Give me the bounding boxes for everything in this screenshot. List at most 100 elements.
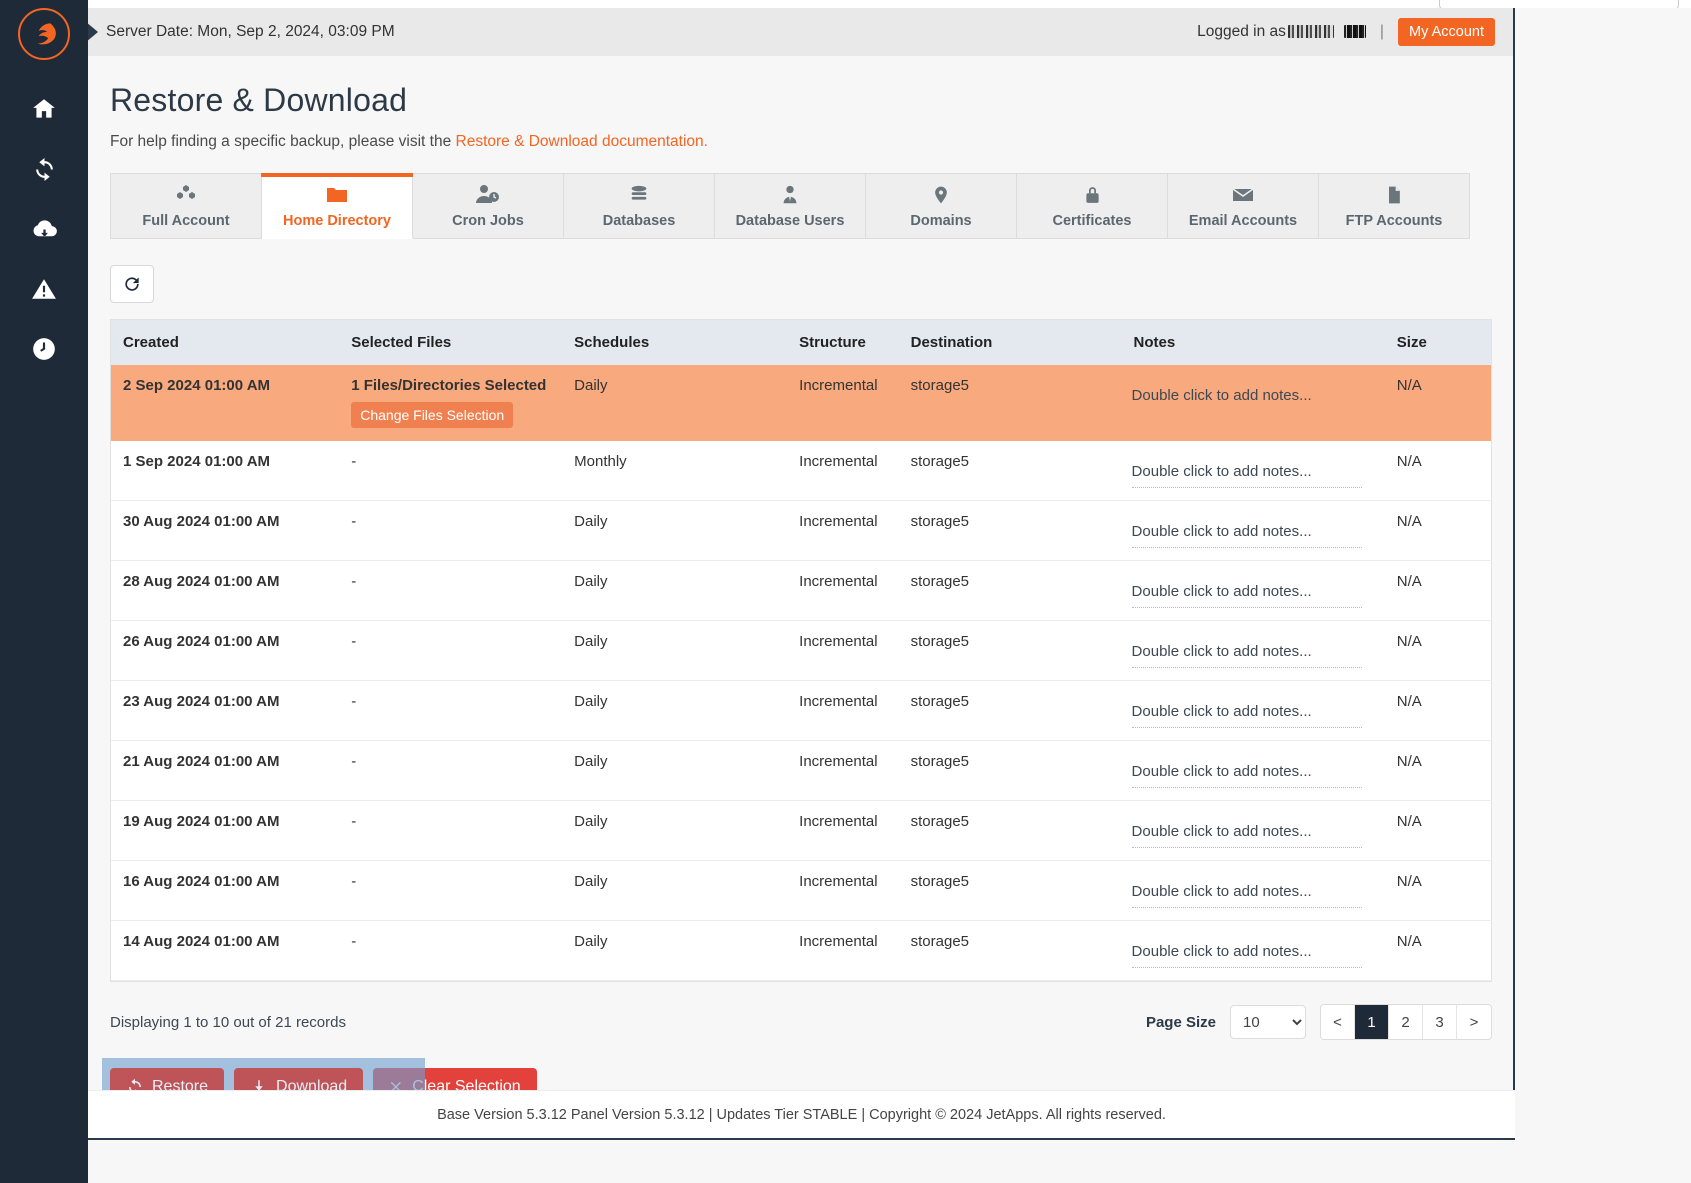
cell-structure: Incremental	[787, 560, 899, 621]
table-row[interactable]: 26 Aug 2024 01:00 AM - Daily Incremental sto…	[111, 620, 1491, 681]
cell-size: N/A	[1384, 440, 1491, 501]
cell-notes[interactable]: Double click to add notes...	[1121, 440, 1385, 501]
cell-notes[interactable]: Double click to add notes...	[1121, 920, 1385, 981]
pagination-controls: Page Size 102550100 < 1 2 3 >	[1146, 1004, 1492, 1040]
notes-placeholder[interactable]: Double click to add notes...	[1131, 943, 1362, 968]
notes-placeholder[interactable]: Double click to add notes...	[1131, 763, 1362, 788]
notes-placeholder[interactable]: Double click to add notes...	[1131, 583, 1362, 608]
cell-created: 21 Aug 2024 01:00 AM	[111, 740, 340, 801]
page-button-2[interactable]: 2	[1389, 1005, 1423, 1039]
cell-notes[interactable]: Double click to add notes...	[1121, 860, 1385, 921]
notes-placeholder[interactable]: Double click to add notes...	[1131, 703, 1362, 728]
page-next-button[interactable]: >	[1457, 1005, 1491, 1039]
tab-email-accounts[interactable]: Email Accounts	[1168, 173, 1319, 239]
cell-size: N/A	[1384, 560, 1491, 621]
sidebar-toggle-arrow[interactable]	[88, 22, 98, 42]
tab-domains[interactable]: Domains	[866, 173, 1017, 239]
column-header-selected-files[interactable]: Selected Files	[339, 320, 563, 365]
column-header-created[interactable]: Created	[111, 320, 340, 365]
page-footer: Base Version 5.3.12 Panel Version 5.3.12…	[88, 1090, 1515, 1138]
tab-cron-jobs[interactable]: Cron Jobs	[413, 173, 564, 239]
column-header-structure[interactable]: Structure	[787, 320, 899, 365]
file-icon	[1389, 186, 1400, 204]
cell-notes[interactable]: Double click to add notes...	[1121, 620, 1385, 681]
backups-table: Created Selected Files Schedules Structu…	[111, 320, 1491, 981]
notes-placeholder[interactable]: Double click to add notes...	[1131, 883, 1362, 908]
table-row[interactable]: 2 Sep 2024 01:00 AM 1 Files/Directories S…	[111, 365, 1491, 441]
cell-notes[interactable]: Double click to add notes...	[1121, 680, 1385, 741]
top-bar-right: Logged in as | My Account	[1197, 18, 1495, 46]
cell-structure: Incremental	[787, 680, 899, 741]
table-row[interactable]: 16 Aug 2024 01:00 AM - Daily Incremental sto…	[111, 860, 1491, 921]
refresh-icon	[125, 277, 139, 291]
clock-icon	[33, 338, 55, 360]
cell-schedule: Daily	[562, 500, 788, 561]
cell-structure: Incremental	[787, 500, 899, 561]
notes-placeholder[interactable]: Double click to add notes...	[1132, 387, 1362, 412]
sidebar-item-home[interactable]	[29, 94, 59, 124]
app-root: Server Date: Mon, Sep 2, 2024, 03:09 PM …	[0, 0, 1691, 1183]
notes-placeholder[interactable]: Double click to add notes...	[1131, 823, 1362, 848]
cell-notes[interactable]: Double click to add notes...	[1121, 740, 1385, 801]
cell-structure: Incremental	[787, 860, 899, 921]
jetbackup-logo-icon	[37, 23, 56, 45]
column-header-destination[interactable]: Destination	[898, 320, 1122, 365]
tab-home-directory[interactable]: Home Directory	[261, 173, 413, 239]
cell-notes[interactable]: Double click to add notes...	[1121, 500, 1385, 561]
cell-created: 16 Aug 2024 01:00 AM	[111, 860, 340, 921]
tab-databases[interactable]: Databases	[564, 173, 715, 239]
table-header-row: Created Selected Files Schedules Structu…	[111, 320, 1491, 365]
table-row[interactable]: 19 Aug 2024 01:00 AM - Daily Incremental sto…	[111, 800, 1491, 861]
cell-selected-files: -	[339, 920, 563, 981]
cell-structure: Incremental	[787, 740, 899, 801]
page-prev-button[interactable]: <	[1321, 1005, 1355, 1039]
my-account-button[interactable]: My Account	[1398, 18, 1495, 46]
notes-placeholder[interactable]: Double click to add notes...	[1131, 523, 1362, 548]
table-row[interactable]: 23 Aug 2024 01:00 AM - Daily Incremental sto…	[111, 680, 1491, 741]
tab-full-account[interactable]: Full Account	[110, 173, 262, 239]
cell-structure: Incremental	[787, 440, 899, 501]
cell-schedule: Daily	[562, 800, 788, 861]
documentation-link[interactable]: Restore & Download documentation.	[456, 133, 708, 150]
refresh-button[interactable]	[110, 265, 154, 303]
cell-notes[interactable]: Double click to add notes...	[1121, 560, 1385, 621]
column-header-notes[interactable]: Notes	[1121, 320, 1385, 365]
cell-notes[interactable]: Double click to add notes...	[1121, 365, 1385, 441]
notes-placeholder[interactable]: Double click to add notes...	[1131, 643, 1362, 668]
page-size-select[interactable]: 102550100	[1230, 1005, 1306, 1039]
cell-size: N/A	[1384, 740, 1491, 801]
cell-selected-files: -	[339, 560, 563, 621]
tab-certificates[interactable]: Certificates	[1017, 173, 1168, 239]
table-row[interactable]: 28 Aug 2024 01:00 AM - Daily Incremental sto…	[111, 560, 1491, 621]
jetbackup-logo[interactable]	[18, 8, 70, 60]
cell-notes[interactable]: Double click to add notes...	[1121, 800, 1385, 861]
cell-structure: Incremental	[787, 620, 899, 681]
page-button-3[interactable]: 3	[1423, 1005, 1457, 1039]
sidebar-item-alerts[interactable]	[29, 274, 59, 304]
cell-destination: storage5	[898, 440, 1122, 501]
table-row[interactable]: 14 Aug 2024 01:00 AM - Daily Incremental sto…	[111, 920, 1491, 981]
column-header-size[interactable]: Size	[1384, 320, 1491, 365]
sidebar-item-restore[interactable]	[29, 154, 59, 184]
tab-label: Cron Jobs	[452, 213, 524, 229]
tab-label: Home Directory	[283, 213, 391, 229]
tab-database-users[interactable]: Database Users	[715, 173, 866, 239]
table-row[interactable]: 30 Aug 2024 01:00 AM - Daily Incremental sto…	[111, 500, 1491, 561]
cell-size: N/A	[1384, 920, 1491, 981]
table-row[interactable]: 1 Sep 2024 01:00 AM - Monthly Incremental st…	[111, 440, 1491, 501]
cell-schedule: Daily	[562, 620, 788, 681]
restore-sync-icon	[35, 157, 53, 181]
change-files-selection-button[interactable]: Change Files Selection	[351, 402, 514, 428]
column-header-schedules[interactable]: Schedules	[562, 320, 788, 365]
cell-schedule: Daily	[562, 920, 788, 981]
notes-placeholder[interactable]: Double click to add notes...	[1131, 463, 1362, 488]
sidebar-item-queue[interactable]	[29, 334, 59, 364]
tab-label: Full Account	[142, 213, 230, 229]
page-button-1[interactable]: 1	[1355, 1005, 1389, 1039]
cell-destination: storage5	[898, 500, 1122, 561]
cell-schedule: Daily	[562, 860, 788, 921]
cell-destination: storage5	[898, 740, 1122, 801]
table-row[interactable]: 21 Aug 2024 01:00 AM - Daily Incremental sto…	[111, 740, 1491, 801]
sidebar-item-downloads[interactable]	[29, 214, 59, 244]
tab-ftp-accounts[interactable]: FTP Accounts	[1319, 173, 1470, 239]
